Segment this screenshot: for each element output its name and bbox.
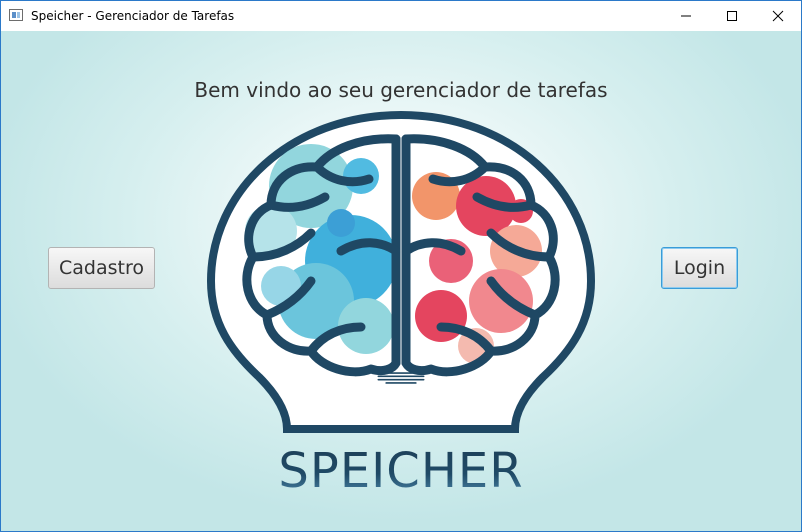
app-window-icon (9, 9, 23, 21)
login-button[interactable]: Login (661, 247, 738, 289)
window-title: Speicher - Gerenciador de Tarefas (31, 9, 235, 23)
cadastro-button[interactable]: Cadastro (48, 247, 155, 289)
close-icon (772, 10, 784, 22)
brand-name: SPEICHER (1, 443, 801, 499)
title-bar[interactable]: Speicher - Gerenciador de Tarefas (1, 1, 801, 31)
welcome-heading: Bem vindo ao seu gerenciador de tarefas (194, 78, 608, 102)
minimize-button[interactable] (663, 1, 709, 31)
maximize-icon (727, 11, 737, 21)
minimize-icon (681, 15, 691, 17)
close-button[interactable] (755, 1, 801, 31)
maximize-button[interactable] (709, 1, 755, 31)
main-content: Bem vindo ao seu gerenciador de tarefas (1, 31, 801, 531)
app-window: Speicher - Gerenciador de Tarefas Bem vi… (0, 0, 802, 532)
bulb-base-icon (377, 372, 425, 384)
